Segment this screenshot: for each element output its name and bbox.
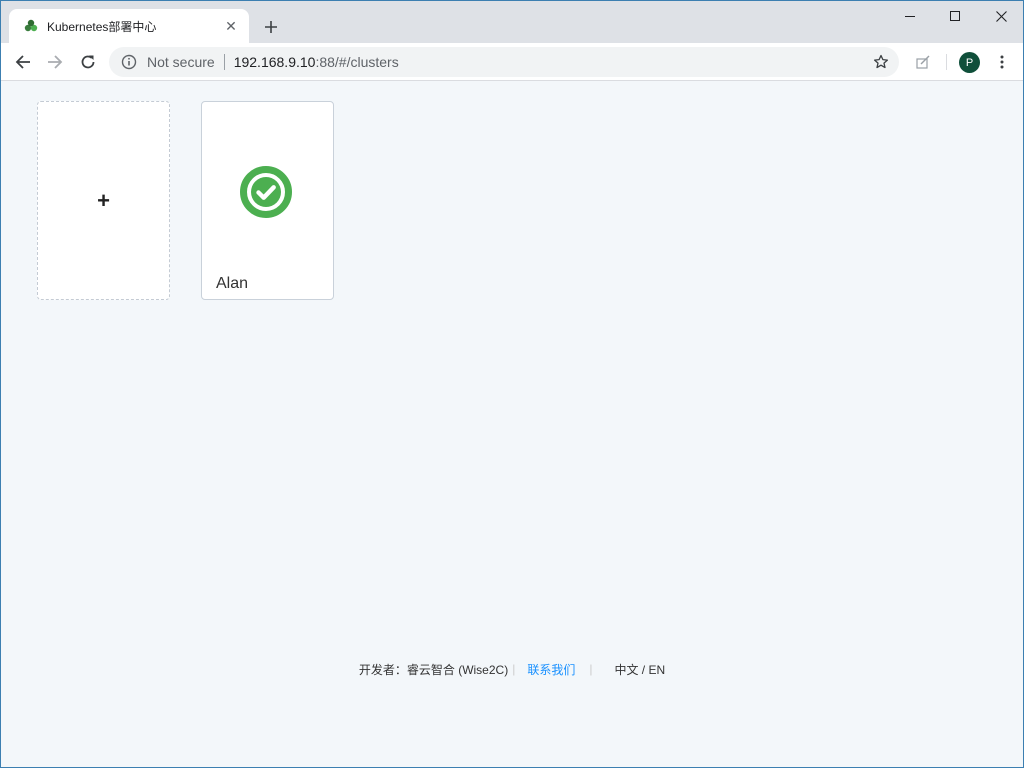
developer-label: 开发者： [358, 662, 407, 677]
maximize-button[interactable] [932, 1, 978, 31]
toolbar-divider [946, 54, 947, 70]
extension-button[interactable] [909, 48, 937, 76]
profile-avatar[interactable]: P [959, 52, 980, 73]
arrow-left-icon [15, 55, 30, 69]
maximize-icon [950, 11, 960, 21]
info-icon[interactable] [121, 54, 137, 70]
browser-toolbar: Not secure 192.168.9.10:88/#/clusters P [1, 43, 1023, 81]
close-icon [995, 10, 1007, 22]
url-path: :88/#/clusters [315, 54, 399, 70]
developer-name: 睿云智合 (Wise2C) [406, 662, 509, 677]
tab-title: Kubernetes部署中心 [47, 19, 157, 34]
new-tab-button[interactable] [259, 15, 283, 39]
url-host: 192.168.9.10 [233, 54, 316, 70]
contact-us-link[interactable]: 联系我们 [527, 661, 575, 678]
minimize-icon [905, 16, 915, 17]
cluster-card[interactable]: Alan [201, 101, 334, 300]
edit-document-icon [916, 55, 930, 69]
footer-separator: | [589, 662, 593, 676]
reload-icon [81, 55, 95, 69]
arrow-right-icon [48, 55, 63, 69]
reload-button[interactable] [74, 48, 102, 76]
forward-button[interactable] [41, 48, 69, 76]
url-text[interactable]: 192.168.9.10:88/#/clusters [234, 54, 399, 70]
back-button[interactable] [9, 48, 37, 76]
menu-button[interactable] [988, 48, 1016, 76]
plus-icon [265, 21, 277, 33]
address-separator [223, 54, 225, 70]
tab-strip: Kubernetes部署中心 ✕ [1, 1, 1023, 43]
page-footer: 开发者： 睿云智合 (Wise2C) | 联系我们 | 中文 / EN [1, 659, 1023, 679]
tab-close-icon[interactable]: ✕ [223, 18, 239, 34]
language-switch[interactable]: 中文 / EN [614, 661, 665, 678]
add-plus-icon: + [97, 187, 110, 213]
kubernetes-cluster-icon [23, 18, 39, 34]
minimize-button[interactable] [887, 1, 933, 31]
footer-separator: | [512, 662, 516, 676]
browser-tab[interactable]: Kubernetes部署中心 ✕ [9, 9, 249, 43]
security-label[interactable]: Not secure [147, 54, 215, 70]
address-bar[interactable]: Not secure 192.168.9.10:88/#/clusters [109, 47, 899, 77]
window-close-button[interactable] [978, 1, 1023, 31]
bookmark-star-icon[interactable] [869, 50, 893, 74]
more-vertical-icon [1000, 55, 1004, 69]
browser-window: Kubernetes部署中心 ✕ Not secure 192.168.9.10… [0, 0, 1024, 768]
add-cluster-card[interactable]: + [37, 101, 170, 300]
check-circle-icon [240, 166, 292, 218]
cluster-name: Alan [216, 275, 249, 292]
